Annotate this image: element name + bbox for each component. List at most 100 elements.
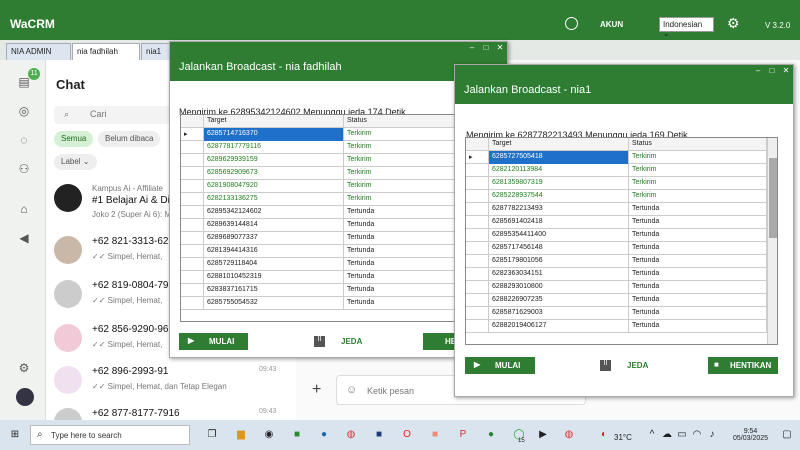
grid-row[interactable]: 6282120113984 Terkirim (466, 164, 777, 177)
row-header (181, 206, 204, 219)
avatar[interactable] (16, 388, 34, 406)
grid-row[interactable]: 6287782213493 Tertunda (466, 203, 777, 216)
grid-row[interactable]: 6285228937544 Terkirim (466, 190, 777, 203)
chat-item[interactable]: +62 877-8177-7916 09:43 (54, 404, 294, 420)
grid-row[interactable]: 6288226907235 Tertunda (466, 294, 777, 307)
task-view-icon[interactable]: ❐ (205, 428, 219, 442)
battery-icon[interactable]: ▭ (675, 428, 689, 442)
contacts-icon[interactable]: ⚇ (17, 162, 31, 176)
settings-icon[interactable]: ⚙ (17, 361, 31, 375)
chrome-icon[interactable]: ◍ (562, 428, 576, 442)
close-icon[interactable]: ✕ (494, 43, 506, 52)
store-icon[interactable]: ⌂ (17, 202, 31, 216)
filter-unread[interactable]: Belum dibaca (98, 131, 161, 147)
grid-row[interactable]: 6285729118404 Tertunda (181, 258, 459, 271)
pause-button[interactable]: JEDA (341, 337, 362, 346)
row-header (466, 320, 489, 333)
scrollbar[interactable] (767, 138, 777, 344)
grid-row[interactable]: 6281394414316 Tertunda (181, 245, 459, 258)
start-button[interactable]: ▶ MULAI (179, 333, 248, 350)
chevron-up-icon[interactable]: ^ (645, 428, 659, 442)
tab-nia-fadhilah[interactable]: nia fadhilah (72, 43, 140, 60)
pause-icon[interactable]: II (314, 336, 325, 347)
minimize-icon[interactable]: – (466, 43, 478, 52)
row-header (181, 154, 204, 167)
maximize-icon[interactable]: □ (766, 66, 778, 75)
grid-row[interactable]: ▸ 6285714716370 Terkirim (181, 128, 459, 141)
grid-row[interactable]: 6285692909673 Terkirim (181, 167, 459, 180)
app-icon[interactable]: ■ (428, 428, 442, 442)
account-button[interactable]: AKUN (600, 20, 623, 29)
stop-button[interactable]: HE (423, 333, 458, 350)
wifi-icon[interactable]: ◠ (690, 428, 704, 442)
status-cell: Terkirim (344, 167, 459, 180)
pause-icon[interactable]: II (600, 360, 611, 371)
status-icon[interactable]: ◎ (17, 104, 31, 118)
target-grid[interactable]: Target Status 62882019406127 Tertunda 6285… (465, 137, 778, 345)
stop-button[interactable]: ■ HENTIKAN (708, 357, 778, 374)
chrome-icon[interactable]: ◍ (344, 428, 358, 442)
grid-row[interactable]: 6285871629003 Tertunda (466, 307, 777, 320)
minimize-icon[interactable]: – (752, 66, 764, 75)
scrollbar-thumb[interactable] (769, 158, 777, 238)
file-explorer-icon[interactable]: ▆ (234, 428, 248, 442)
grid-row[interactable]: 6288293010800 Tertunda (466, 281, 777, 294)
opera-icon[interactable]: O (400, 428, 414, 442)
network-icon[interactable]: ☁ (660, 428, 674, 442)
camera-app-icon[interactable]: ◉ (262, 428, 276, 442)
grid-row[interactable]: 62881010452319 Tertunda (181, 271, 459, 284)
taskbar-search-input[interactable]: ⌕ Type here to search (30, 425, 190, 445)
grid-row[interactable]: 6285755054532 Tertunda (181, 297, 459, 310)
windows-start-icon[interactable]: ⊞ (8, 428, 22, 442)
target-cell: 6285179801056 (489, 255, 629, 268)
app-icon[interactable]: ■ (290, 428, 304, 442)
grid-row[interactable]: 62882019406127 Tertunda (466, 320, 777, 333)
volume-icon[interactable]: ♪ (705, 428, 719, 442)
target-cell: 62895342124602 (204, 206, 344, 219)
grid-row[interactable]: 62877817779116 Terkirim (181, 141, 459, 154)
pause-button[interactable]: JEDA (627, 361, 648, 370)
grid-row[interactable]: 6283837161715 Tertunda (181, 284, 459, 297)
grid-row[interactable]: 6285691402418 Tertunda (466, 216, 777, 229)
close-icon[interactable]: ✕ (780, 66, 792, 75)
grid-row[interactable]: 62895354411400 Tertunda (466, 229, 777, 242)
grid-row[interactable]: ▸ 6285727505418 Terkirim (466, 151, 777, 164)
maximize-icon[interactable]: □ (480, 43, 492, 52)
grid-row[interactable]: 6285179801056 Tertunda (466, 255, 777, 268)
media-player-icon[interactable]: ▶ (536, 428, 550, 442)
tab-nia-admin[interactable]: NIA ADMIN (6, 43, 71, 60)
zoom-icon[interactable]: ● (317, 428, 331, 442)
grid-row[interactable]: 6282133136275 Terkirim (181, 193, 459, 206)
grid-row[interactable]: 6285717456148 Tertunda (466, 242, 777, 255)
grid-row[interactable]: 6281359807319 Terkirim (466, 177, 777, 190)
target-cell: 6285692909673 (204, 167, 344, 180)
grid-row[interactable]: 6289689077337 Tertunda (181, 232, 459, 245)
start-button[interactable]: ▶ MULAI (465, 357, 535, 374)
gear-icon[interactable]: ⚙ (727, 15, 740, 32)
sidebar: ▤ 11 ◎ ◌ ⚇ ⌂ ◀ ⚙ (0, 60, 46, 420)
photoshop-icon[interactable]: ■ (372, 428, 386, 442)
label-filter[interactable]: Label ⌄ (54, 154, 97, 170)
grid-row[interactable]: 62895342124602 Tertunda (181, 206, 459, 219)
status-cell: Tertunda (629, 307, 767, 320)
channels-icon[interactable]: ◌ (17, 133, 31, 147)
notification-icon[interactable]: ▢ (780, 428, 794, 442)
broadcast-icon[interactable]: ◀ (17, 231, 31, 245)
emoji-icon[interactable]: ☺ (346, 384, 357, 396)
row-header (181, 219, 204, 232)
language-select[interactable]: Indonesian ⌄ (659, 17, 714, 38)
filter-all[interactable]: Semua (54, 131, 94, 147)
stop-icon: ■ (714, 360, 719, 369)
taskbar-clock[interactable]: 9:54 05/03/2025 (733, 428, 768, 442)
grid-row[interactable]: 6289629939159 Terkirim (181, 154, 459, 167)
target-grid[interactable]: Target Status 6285755054532 Tertunda 62838… (180, 114, 460, 322)
wacrm-icon[interactable]: ● (484, 428, 498, 442)
row-header (181, 167, 204, 180)
chat-item[interactable]: +62 896-2993-91 ✓✓ Simpel, Hemat, dan Te… (54, 362, 294, 406)
add-icon[interactable]: + (312, 381, 321, 399)
grid-row[interactable]: 6289639144814 Tertunda (181, 219, 459, 232)
powerpoint-icon[interactable]: P (456, 428, 470, 442)
grid-row[interactable]: 6281908047920 Terkirim (181, 180, 459, 193)
whatsapp-icon[interactable] (565, 17, 578, 30)
grid-row[interactable]: 6282363034151 Tertunda (466, 268, 777, 281)
